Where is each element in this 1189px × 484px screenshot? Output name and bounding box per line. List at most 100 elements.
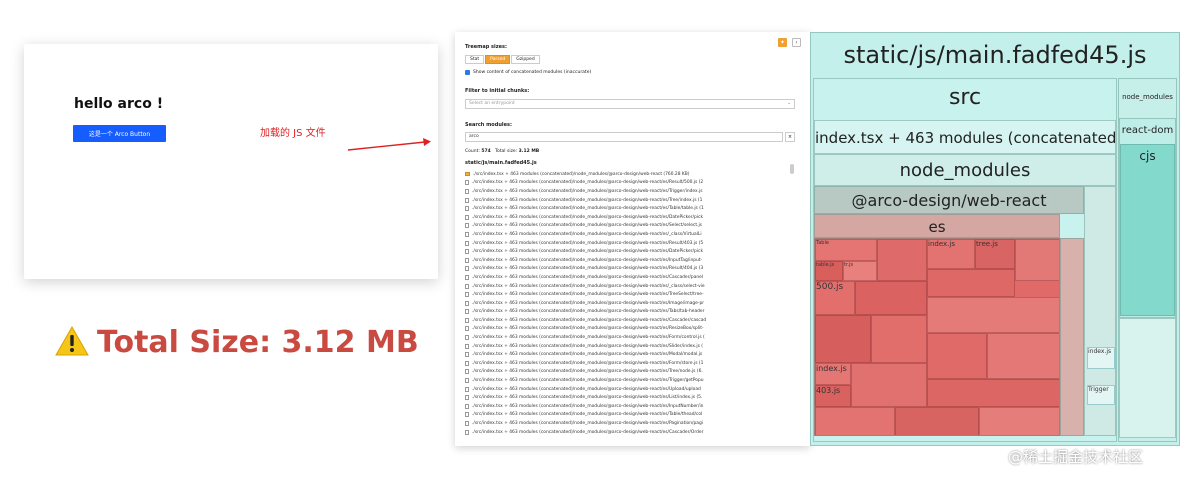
treemap-cell[interactable]: index.js bbox=[1087, 347, 1115, 369]
treemap-cell[interactable] bbox=[895, 407, 979, 435]
pin-icon[interactable]: ✦ bbox=[778, 38, 787, 47]
file-icon bbox=[465, 395, 469, 401]
treemap-cell[interactable]: tr.js bbox=[843, 261, 877, 281]
file-icon bbox=[465, 352, 469, 358]
treemap-cell[interactable] bbox=[1015, 239, 1059, 281]
treemap-cell[interactable] bbox=[979, 407, 1059, 435]
tree-file-row[interactable]: ./src/index.tsx + 463 modules (concatena… bbox=[465, 230, 787, 239]
tree-file-row[interactable]: ./src/index.tsx + 463 modules (concatena… bbox=[465, 402, 787, 411]
file-icon bbox=[465, 360, 469, 366]
size-gzipped-button[interactable]: Gzipped bbox=[511, 55, 540, 64]
list-scrollbar[interactable] bbox=[790, 164, 794, 174]
folder-icon bbox=[465, 172, 470, 177]
treemap-cell[interactable]: Trigger bbox=[1087, 385, 1115, 405]
tree-file-row[interactable]: ./src/index.tsx + 463 modules (concatena… bbox=[465, 187, 787, 196]
checkbox-checked-icon[interactable] bbox=[465, 70, 470, 75]
file-icon bbox=[465, 240, 469, 246]
tree-row-label: ./src/index.tsx + 463 modules (concatena… bbox=[472, 309, 705, 315]
treemap-cell[interactable]: table.js bbox=[815, 261, 843, 281]
collapse-sidebar-button[interactable]: ‹ bbox=[792, 38, 801, 47]
tree-row-label: ./src/index.tsx + 463 modules (concatena… bbox=[472, 266, 704, 272]
tree-file-row[interactable]: ./src/index.tsx + 463 modules (concatena… bbox=[465, 290, 787, 299]
bundle-treemap[interactable]: static/js/main.fadfed45.js src index.tsx… bbox=[810, 32, 1180, 446]
file-icon bbox=[465, 197, 469, 203]
tree-file-row[interactable]: ./src/index.tsx + 463 modules (concatena… bbox=[465, 393, 787, 402]
treemap-react-dom-label: react-dom bbox=[1121, 125, 1174, 136]
file-icon bbox=[465, 386, 469, 392]
treemap-cell[interactable] bbox=[815, 407, 895, 435]
treemap-es-modules[interactable]: Table table.js tr.js index.js tree.js 50… bbox=[814, 238, 1060, 436]
tree-file-row[interactable]: ./src/index.tsx + 463 modules (concatena… bbox=[465, 385, 787, 394]
size-switcher: Stat Parsed Gzipped bbox=[465, 55, 541, 64]
treemap-cell[interactable] bbox=[851, 363, 927, 407]
treemap-cell[interactable] bbox=[815, 315, 871, 363]
treemap-cell[interactable] bbox=[877, 239, 927, 281]
chevron-down-icon: ⌄ bbox=[787, 101, 791, 106]
tree-file-row[interactable]: ./src/index.tsx + 463 modules (concatena… bbox=[465, 325, 787, 334]
treemap-cell[interactable]: 500.js bbox=[815, 281, 855, 315]
clear-search-button[interactable]: × bbox=[785, 132, 795, 142]
treemap-cell[interactable]: 403.js bbox=[815, 385, 851, 407]
treemap-right-small-modules[interactable] bbox=[1119, 318, 1176, 438]
treemap-cell[interactable] bbox=[927, 297, 1059, 333]
module-tree-list: ./src/index.tsx + 463 modules (concatena… bbox=[465, 170, 787, 446]
tree-row-label: ./src/index.tsx + 463 modules (concatena… bbox=[472, 421, 703, 427]
warning-triangle-icon bbox=[55, 326, 89, 356]
tree-file-row[interactable]: ./src/index.tsx + 463 modules (concatena… bbox=[465, 419, 787, 428]
treemap-cell[interactable] bbox=[927, 333, 987, 379]
filter-label: Filter to initial chunks: bbox=[465, 88, 530, 94]
tree-file-row[interactable]: ./src/index.tsx + 463 modules (concatena… bbox=[465, 196, 787, 205]
treemap-cell[interactable] bbox=[927, 379, 1059, 407]
treemap-es-node[interactable]: es bbox=[814, 214, 1060, 238]
entrypoint-select[interactable]: Select an entrypoint ⌄ bbox=[465, 99, 795, 109]
tree-folder-row[interactable]: ./src/index.tsx + 463 modules (concatena… bbox=[465, 170, 787, 179]
treemap-cell[interactable]: index.js bbox=[927, 239, 975, 269]
tree-file-row[interactable]: ./src/index.tsx + 463 modules (concatena… bbox=[465, 256, 787, 265]
tree-file-row[interactable]: ./src/index.tsx + 463 modules (concatena… bbox=[465, 299, 787, 308]
file-icon bbox=[465, 343, 469, 349]
tree-file-row[interactable]: ./src/index.tsx + 463 modules (concatena… bbox=[465, 308, 787, 317]
tree-file-row[interactable]: ./src/index.tsx + 463 modules (concatena… bbox=[465, 179, 787, 188]
tree-file-row[interactable]: ./src/index.tsx + 463 modules (concatena… bbox=[465, 239, 787, 248]
tree-file-row[interactable]: ./src/index.tsx + 463 modules (concatena… bbox=[465, 428, 787, 437]
tree-file-row[interactable]: ./src/index.tsx + 463 modules (concatena… bbox=[465, 342, 787, 351]
treemap-cell[interactable]: tree.js bbox=[975, 239, 1015, 269]
treemap-concat-node[interactable]: index.tsx + 463 modules (concatenated) bbox=[814, 120, 1116, 154]
tree-file-row[interactable]: ./src/index.tsx + 463 modules (concatena… bbox=[465, 222, 787, 231]
search-modules-input[interactable]: arco bbox=[465, 132, 783, 142]
tree-file-row[interactable]: ./src/index.tsx + 463 modules (concatena… bbox=[465, 333, 787, 342]
tree-file-row[interactable]: ./src/index.tsx + 463 modules (concatena… bbox=[465, 350, 787, 359]
treemap-cell[interactable] bbox=[871, 315, 927, 363]
size-parsed-button[interactable]: Parsed bbox=[485, 55, 511, 64]
tree-file-row[interactable]: ./src/index.tsx + 463 modules (concatena… bbox=[465, 282, 787, 291]
tree-file-row[interactable]: ./src/index.tsx + 463 modules (concatena… bbox=[465, 247, 787, 256]
tree-file-row[interactable]: ./src/index.tsx + 463 modules (concatena… bbox=[465, 316, 787, 325]
treemap-node-modules-label: node_modules bbox=[899, 160, 1031, 181]
treemap-cell[interactable]: Table bbox=[815, 239, 877, 261]
tree-row-label: ./src/index.tsx + 463 modules (concatena… bbox=[472, 386, 701, 392]
tree-file-row[interactable]: ./src/index.tsx + 463 modules (concatena… bbox=[465, 204, 787, 213]
tree-file-row[interactable]: ./src/index.tsx + 463 modules (concatena… bbox=[465, 376, 787, 385]
tree-file-row[interactable]: ./src/index.tsx + 463 modules (concatena… bbox=[465, 213, 787, 222]
show-concatenated-checkbox[interactable]: Show content of concatenated modules (in… bbox=[465, 70, 591, 75]
tree-row-label: ./src/index.tsx + 463 modules (concatena… bbox=[472, 378, 704, 384]
tree-file-row[interactable]: ./src/index.tsx + 463 modules (concatena… bbox=[465, 411, 787, 420]
tree-file-row[interactable]: ./src/index.tsx + 463 modules (concatena… bbox=[465, 273, 787, 282]
file-icon bbox=[465, 188, 469, 194]
treemap-cjs-node[interactable]: cjs bbox=[1120, 144, 1175, 316]
analyzer-sidebar: ✦ ‹ Treemap sizes: Stat Parsed Gzipped S… bbox=[455, 32, 810, 446]
treemap-es-side[interactable] bbox=[1060, 238, 1084, 436]
treemap-cell[interactable]: index.js bbox=[815, 363, 851, 385]
tree-file-row[interactable]: ./src/index.tsx + 463 modules (concatena… bbox=[465, 359, 787, 368]
tree-file-row[interactable]: ./src/index.tsx + 463 modules (concatena… bbox=[465, 265, 787, 274]
treemap-cell[interactable] bbox=[987, 333, 1059, 379]
treemap-arco-node[interactable]: @arco-design/web-react bbox=[814, 186, 1084, 214]
size-stat-button[interactable]: Stat bbox=[465, 55, 485, 64]
arco-demo-button[interactable]: 这是一个 Arco Button bbox=[73, 125, 166, 142]
treemap-cell[interactable] bbox=[855, 281, 927, 315]
treemap-node-modules-side[interactable]: index.js Trigger bbox=[1084, 186, 1116, 436]
treemap-cell[interactable] bbox=[927, 269, 1015, 297]
file-icon bbox=[465, 274, 469, 280]
tree-file-row[interactable]: ./src/index.tsx + 463 modules (concatena… bbox=[465, 368, 787, 377]
treemap-node-modules-node[interactable]: node_modules bbox=[814, 154, 1116, 186]
